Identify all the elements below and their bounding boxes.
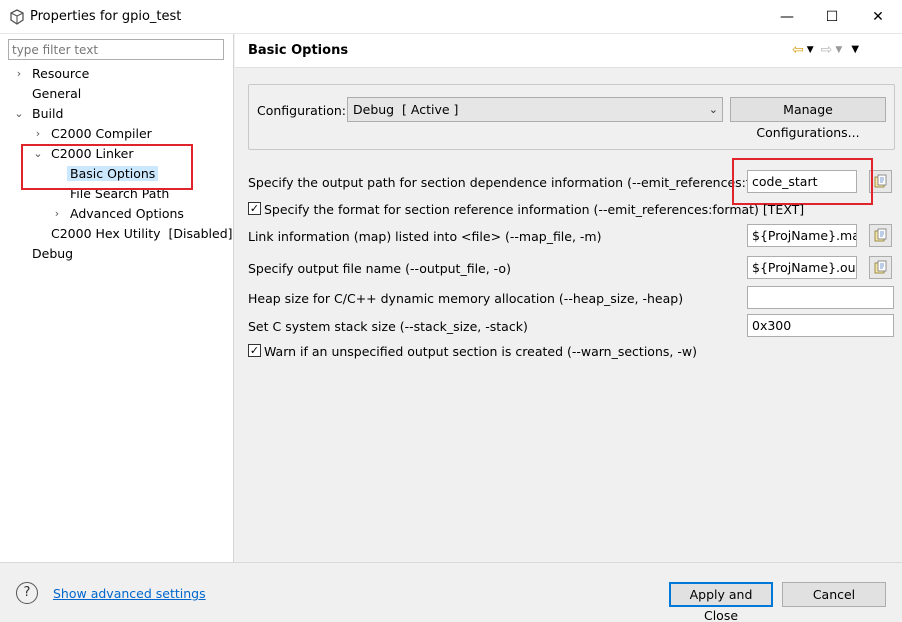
chevron-right-icon[interactable]: › xyxy=(32,125,44,143)
navigation-tree-pane: › Resource General ⌄ Build › C2000 Compi… xyxy=(0,34,234,562)
filter-input[interactable] xyxy=(8,39,224,60)
properties-content-pane: Basic Options ⇦ ▼ ⇨ ▼ ▼ Configuration: D… xyxy=(235,34,902,562)
forward-arrow-icon[interactable]: ⇨ xyxy=(821,40,833,60)
browse-icon xyxy=(874,174,887,188)
page-header: Basic Options ⇦ ▼ ⇨ ▼ ▼ xyxy=(235,34,902,68)
help-icon[interactable]: ? xyxy=(16,582,38,604)
configuration-label: Configuration: xyxy=(257,103,346,118)
map-file-browse-button[interactable] xyxy=(869,224,892,247)
stack-size-label: Set C system stack size (--stack_size, -… xyxy=(248,319,528,334)
configuration-select[interactable]: Debug [ Active ] ⌄ xyxy=(347,97,723,122)
output-file-label: Specify output file name (--output_file,… xyxy=(248,261,511,276)
stack-size-input[interactable]: 0x300 xyxy=(747,314,894,337)
emit-format-checkbox[interactable]: ✓ xyxy=(248,202,261,215)
warn-sections-label: Warn if an unspecified output section is… xyxy=(264,344,697,359)
heap-size-label: Heap size for C/C++ dynamic memory alloc… xyxy=(248,291,684,306)
output-file-browse-button[interactable] xyxy=(869,256,892,279)
map-file-input[interactable]: ${ProjName}.map xyxy=(747,224,857,247)
emit-references-highlight-box xyxy=(732,158,873,205)
browse-icon xyxy=(874,260,887,274)
show-advanced-settings-link[interactable]: Show advanced settings xyxy=(53,586,206,601)
output-file-input[interactable]: ${ProjName}.out xyxy=(747,256,857,279)
dialog-footer: ? Show advanced settings Apply and Close… xyxy=(0,562,902,622)
checkbox-check-icon: ✓ xyxy=(249,202,260,215)
maximize-button[interactable]: ☐ xyxy=(809,0,855,34)
title-bar: Properties for gpio_test — ☐ ✕ xyxy=(0,0,902,34)
tree-item-c2000-compiler[interactable]: C2000 Compiler xyxy=(51,125,152,143)
configuration-group: Configuration: Debug [ Active ] ⌄ Manage… xyxy=(248,84,895,150)
page-title: Basic Options xyxy=(248,43,349,58)
close-button[interactable]: ✕ xyxy=(855,0,901,34)
configuration-value: Debug [ Active ] xyxy=(353,102,459,117)
chevron-right-icon[interactable]: › xyxy=(13,65,25,83)
manage-configurations-button[interactable]: Manage Configurations... xyxy=(730,97,886,140)
chevron-right-icon[interactable]: › xyxy=(51,205,63,223)
page-navigation: ⇦ ▼ ⇨ ▼ ▼ xyxy=(792,40,859,60)
tree-item-c2000-hex-utility[interactable]: C2000 Hex Utility [Disabled] xyxy=(51,225,233,243)
tree-item-build[interactable]: Build xyxy=(32,105,63,123)
tree-item-general[interactable]: General xyxy=(32,85,81,103)
tree-item-debug[interactable]: Debug xyxy=(32,245,73,263)
back-dropdown-icon[interactable]: ▼ xyxy=(807,40,814,60)
menu-icon[interactable]: ▼ xyxy=(851,40,859,60)
chevron-down-icon: ⌄ xyxy=(708,103,718,116)
map-file-label: Link information (map) listed into <file… xyxy=(248,229,602,244)
cancel-button[interactable]: Cancel xyxy=(782,582,886,607)
emit-format-label: Specify the format for section reference… xyxy=(264,202,805,217)
minimize-button[interactable]: — xyxy=(764,0,810,34)
forward-dropdown-icon[interactable]: ▼ xyxy=(835,40,842,60)
chevron-down-icon[interactable]: ⌄ xyxy=(13,105,25,123)
tree-item-resource[interactable]: Resource xyxy=(32,65,89,83)
tree-item-advanced-options[interactable]: Advanced Options xyxy=(70,205,184,223)
app-icon xyxy=(10,9,24,25)
window-title: Properties for gpio_test xyxy=(30,9,182,24)
browse-icon xyxy=(874,228,887,242)
apply-and-close-button[interactable]: Apply and Close xyxy=(669,582,773,622)
checkbox-check-icon: ✓ xyxy=(249,344,260,357)
emit-references-label: Specify the output path for section depe… xyxy=(248,175,770,190)
warn-sections-checkbox[interactable]: ✓ xyxy=(248,344,261,357)
linker-highlight-box xyxy=(21,144,193,190)
back-arrow-icon[interactable]: ⇦ xyxy=(792,40,804,60)
heap-size-input[interactable] xyxy=(747,286,894,309)
